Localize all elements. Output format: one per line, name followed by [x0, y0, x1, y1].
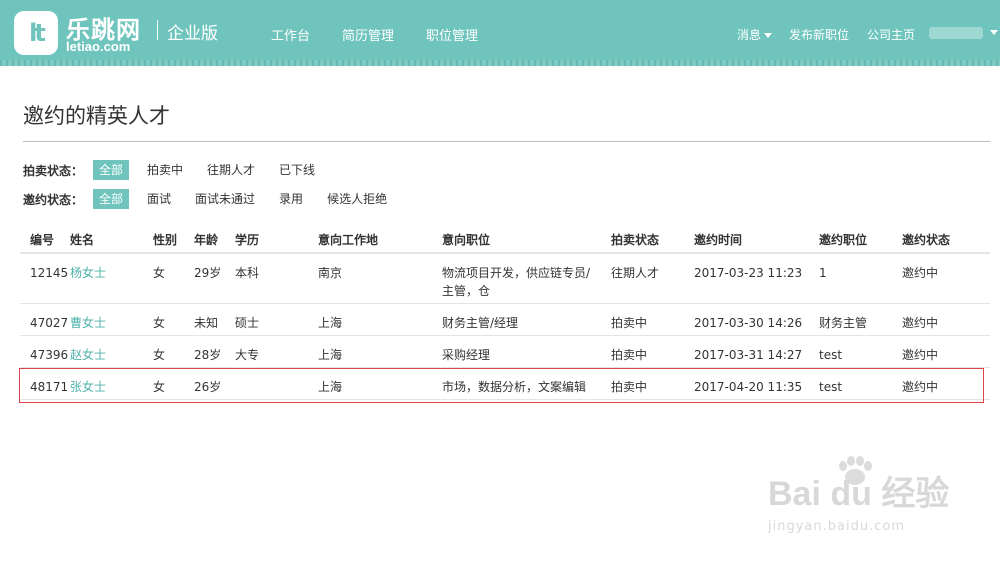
cell-auction-status: 往期人才	[611, 253, 694, 304]
column-header: 学历	[235, 226, 318, 254]
cell-gender: 女	[153, 367, 194, 400]
auction-filter-in-auction[interactable]: 拍卖中	[141, 160, 189, 180]
candidate-name-link[interactable]: 曹女士	[70, 316, 106, 330]
top-navbar: lt 乐跳网 letiao.com 企业版 工作台 简历管理 职位管理 消息 发…	[0, 0, 1000, 66]
cell-invite-job: test	[819, 367, 902, 400]
cell-position: 采购经理	[442, 335, 611, 368]
cell-gender: 女	[153, 335, 194, 368]
cell-education: 硕士	[235, 303, 318, 336]
user-account-name[interactable]	[929, 27, 983, 39]
cell-invite-job: 财务主管	[819, 303, 902, 336]
nav-resume-management[interactable]: 简历管理	[342, 25, 394, 44]
cell-id: 47027	[20, 303, 70, 336]
cell-education: 本科	[235, 253, 318, 304]
table-row[interactable]: 47396 赵女士 女 28岁 大专 上海 采购经理 拍卖中 2017-03-3…	[20, 335, 990, 368]
invite-filter-declined[interactable]: 候选人拒绝	[321, 189, 393, 209]
cell-name: 曹女士	[70, 303, 153, 336]
watermark-sub: jingyan.baidu.com	[768, 519, 905, 534]
page-title: 邀约的精英人才	[23, 104, 170, 128]
cell-education: 大专	[235, 335, 318, 368]
cell-name: 张女士	[70, 367, 153, 400]
table-row[interactable]: 48171 张女士 女 26岁 上海 市场，数据分析，文案编辑 拍卖中 2017…	[20, 367, 990, 400]
cell-position: 市场，数据分析，文案编辑	[442, 367, 611, 400]
invite-filter-interview[interactable]: 面试	[141, 189, 177, 209]
cell-gender: 女	[153, 303, 194, 336]
cell-invite-time: 2017-03-30 14:26	[694, 303, 819, 336]
column-header: 拍卖状态	[611, 226, 694, 254]
watermark: Bai du 经验 jingyan.baidu.com	[768, 466, 949, 534]
messages-label: 消息	[737, 28, 762, 42]
chevron-down-icon[interactable]	[990, 30, 998, 35]
cell-id: 48171	[20, 367, 70, 400]
cell-invite-status: 邀约中	[902, 367, 990, 400]
table-row[interactable]: 12145 杨女士 女 29岁 本科 南京 物流项目开发，供应链专员/主管，仓 …	[20, 253, 990, 304]
edition-label: 企业版	[167, 24, 218, 44]
cell-city: 上海	[318, 303, 442, 336]
candidate-name-link[interactable]: 张女士	[70, 380, 106, 394]
cell-position: 物流项目开发，供应链专员/主管，仓	[442, 253, 611, 304]
invite-filter-interview-failed[interactable]: 面试未通过	[189, 189, 261, 209]
brand-divider	[157, 20, 158, 40]
title-divider	[23, 141, 990, 142]
company-home-link[interactable]: 公司主页	[867, 26, 915, 43]
cell-id: 47396	[20, 335, 70, 368]
cell-auction-status: 拍卖中	[611, 303, 694, 336]
cell-city: 南京	[318, 253, 442, 304]
cell-invite-status: 邀约中	[902, 303, 990, 336]
auction-filter-all[interactable]: 全部	[93, 160, 130, 180]
cell-age: 26岁	[194, 367, 235, 400]
auction-filter-offline[interactable]: 已下线	[273, 160, 321, 180]
column-header: 意向工作地	[318, 226, 442, 254]
cell-age: 28岁	[194, 335, 235, 368]
column-header: 姓名	[70, 226, 153, 254]
column-header: 邀约时间	[694, 226, 819, 254]
table-header-row: 编号 姓名 性别 年龄 学历 意向工作地 意向职位 拍卖状态 邀约时间 邀约职位…	[20, 226, 990, 254]
cell-gender: 女	[153, 253, 194, 304]
invite-filter-all[interactable]: 全部	[93, 189, 130, 209]
invite-status-filter: 邀约状态： 全部 面试 面试未通过 录用 候选人拒绝	[23, 188, 405, 210]
cell-age: 未知	[194, 303, 235, 336]
auction-filter-label: 拍卖状态：	[23, 163, 84, 178]
column-header: 编号	[20, 226, 70, 254]
cell-invite-status: 邀约中	[902, 335, 990, 368]
cell-auction-status: 拍卖中	[611, 367, 694, 400]
cell-age: 29岁	[194, 253, 235, 304]
auction-filter-past[interactable]: 往期人才	[201, 160, 261, 180]
watermark-main: Bai du 经验	[768, 475, 950, 513]
cell-auction-status: 拍卖中	[611, 335, 694, 368]
chevron-down-icon	[764, 33, 773, 38]
cell-name: 赵女士	[70, 335, 153, 368]
column-header: 邀约职位	[819, 226, 902, 254]
invite-filter-label: 邀约状态：	[23, 192, 84, 207]
logo-icon[interactable]: lt	[14, 11, 58, 55]
post-job-link[interactable]: 发布新职位	[789, 26, 849, 43]
messages-menu[interactable]: 消息	[737, 26, 773, 43]
column-header: 邀约状态	[902, 226, 990, 254]
cell-position: 财务主管/经理	[442, 303, 611, 336]
brand-domain: letiao.com	[66, 39, 131, 54]
cell-invite-job: 1	[819, 253, 902, 304]
column-header: 年龄	[194, 226, 235, 254]
nav-job-management[interactable]: 职位管理	[426, 25, 478, 44]
cell-invite-time: 2017-03-31 14:27	[694, 335, 819, 368]
cell-id: 12145	[20, 253, 70, 304]
cell-education	[235, 367, 318, 400]
cell-invite-job: test	[819, 335, 902, 368]
column-header: 意向职位	[442, 226, 611, 254]
invited-talent-table: 编号 姓名 性别 年龄 学历 意向工作地 意向职位 拍卖状态 邀约时间 邀约职位…	[20, 226, 990, 400]
candidate-name-link[interactable]: 赵女士	[70, 348, 106, 362]
auction-status-filter: 拍卖状态： 全部 拍卖中 往期人才 已下线	[23, 159, 333, 181]
cell-name: 杨女士	[70, 253, 153, 304]
cell-city: 上海	[318, 335, 442, 368]
cell-invite-time: 2017-03-23 11:23	[694, 253, 819, 304]
table-row[interactable]: 47027 曹女士 女 未知 硕士 上海 财务主管/经理 拍卖中 2017-03…	[20, 303, 990, 336]
cell-city: 上海	[318, 367, 442, 400]
nav-workbench[interactable]: 工作台	[271, 25, 310, 44]
candidate-name-link[interactable]: 杨女士	[70, 266, 106, 280]
cell-invite-status: 邀约中	[902, 253, 990, 304]
column-header: 性别	[153, 226, 194, 254]
cell-invite-time: 2017-04-20 11:35	[694, 367, 819, 400]
invite-filter-hired[interactable]: 录用	[273, 189, 309, 209]
